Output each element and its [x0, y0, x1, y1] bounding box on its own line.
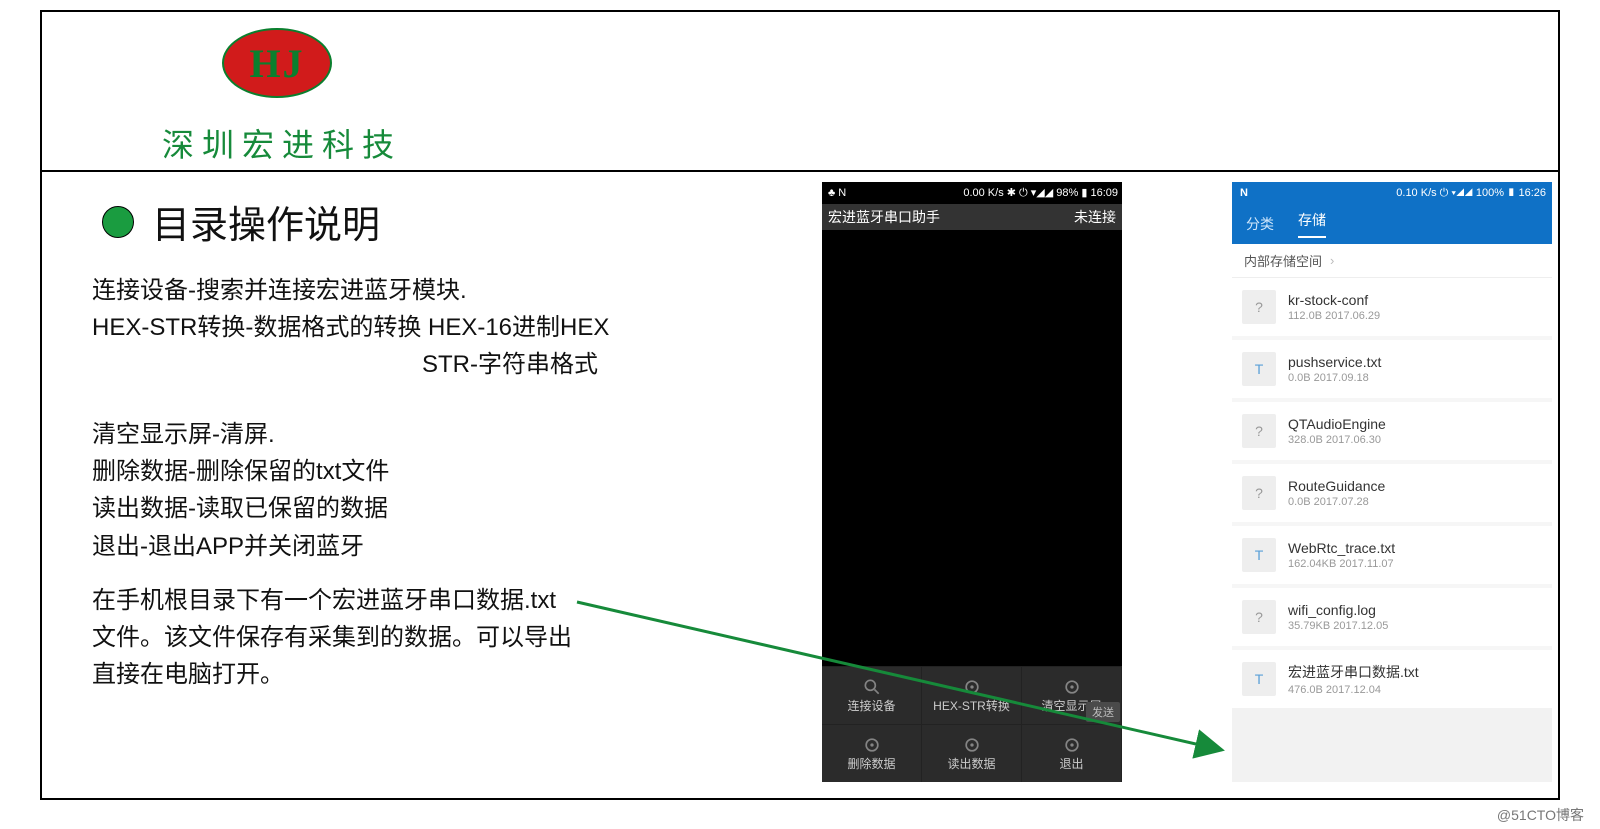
menu-label: 读出数据	[947, 755, 995, 772]
section-title-row: 目录操作说明	[102, 194, 380, 249]
chevron-right-icon: ›	[1330, 253, 1334, 268]
list-item[interactable]: ? wifi_config.log 35.79KB 2017.12.05	[1232, 588, 1552, 646]
target-icon	[1062, 677, 1082, 697]
menu-exit[interactable]: 退出	[1022, 724, 1122, 782]
file-type-icon: T	[1242, 352, 1276, 386]
file-name: kr-stock-conf	[1288, 292, 1380, 308]
text-line: STR-字符串格式	[422, 346, 752, 383]
header: HJ 深圳宏进科技	[42, 12, 1558, 172]
text-line: 文件。该文件保存有采集到的数据。可以导出	[92, 619, 622, 656]
file-name: RouteGuidance	[1288, 478, 1385, 494]
text-line: 清空显示屏-清屏.	[92, 416, 389, 453]
watermark: @51CTO博客	[1497, 805, 1584, 825]
status-bar: N 0.10 K/s ⏻ ▾◢◢ 100% ▮ 16:26	[1232, 182, 1552, 204]
file-name: wifi_config.log	[1288, 602, 1388, 618]
file-name: pushservice.txt	[1288, 354, 1381, 370]
list-item[interactable]: ? kr-stock-conf 112.0B 2017.06.29	[1232, 278, 1552, 336]
tab-category[interactable]: 分类	[1246, 214, 1274, 234]
list-item[interactable]: T 宏进蓝牙串口数据.txt 476.0B 2017.12.04	[1232, 650, 1552, 708]
search-icon	[862, 677, 882, 697]
slide-frame: HJ 深圳宏进科技 目录操作说明 连接设备-搜索并连接宏进蓝牙模块. HEX-S…	[40, 10, 1560, 800]
file-type-icon: T	[1242, 662, 1276, 696]
menu-connect-device[interactable]: 连接设备	[822, 666, 922, 724]
file-list: ? kr-stock-conf 112.0B 2017.06.29 T push…	[1232, 278, 1552, 708]
bullet-icon	[102, 206, 134, 238]
text-line: 退出-退出APP并关闭蓝牙	[92, 528, 389, 565]
tab-bar: 分类 存储	[1232, 204, 1552, 244]
text-line: 直接在电脑打开。	[92, 656, 622, 693]
file-meta: 0.0B 2017.09.18	[1288, 372, 1381, 384]
file-meta: 476.0B 2017.12.04	[1288, 684, 1419, 696]
file-name: 宏进蓝牙串口数据.txt	[1288, 662, 1419, 682]
list-item[interactable]: ? QTAudioEngine 328.0B 2017.06.30	[1232, 402, 1552, 460]
file-type-icon: ?	[1242, 290, 1276, 324]
phone-screenshot-app: ♣ N 0.00 K/s ✱ ⏻ ▾◢◢ 98% ▮ 16:09 宏进蓝牙串口助…	[822, 182, 1122, 782]
app-title: 宏进蓝牙串口助手	[828, 207, 940, 227]
menu-hex-str[interactable]: HEX-STR转换	[922, 666, 1022, 724]
file-name: WebRtc_trace.txt	[1288, 540, 1395, 556]
file-meta: 162.04KB 2017.11.07	[1288, 558, 1395, 570]
send-button[interactable]: 发送	[1086, 702, 1120, 722]
menu-label: 退出	[1059, 755, 1083, 772]
paragraph-1: 连接设备-搜索并连接宏进蓝牙模块. HEX-STR转换-数据格式的转换 HEX-…	[92, 272, 752, 384]
file-type-icon: ?	[1242, 476, 1276, 510]
paragraph-3: 在手机根目录下有一个宏进蓝牙串口数据.txt 文件。该文件保存有采集到的数据。可…	[92, 582, 622, 694]
status-right: 0.10 K/s ⏻ ▾◢◢ 100% ▮ 16:26	[1396, 187, 1546, 200]
menu-label: 删除数据	[847, 755, 895, 772]
file-meta: 0.0B 2017.07.28	[1288, 496, 1385, 508]
target-icon	[962, 677, 982, 697]
paragraph-2: 清空显示屏-清屏. 删除数据-删除保留的txt文件 读出数据-读取已保留的数据 …	[92, 416, 389, 565]
terminal-area	[822, 230, 1122, 666]
app-menu-grid: 连接设备 HEX-STR转换 清空显示屏 删除数据 读出数据	[822, 666, 1122, 782]
list-item[interactable]: T pushservice.txt 0.0B 2017.09.18	[1232, 340, 1552, 398]
menu-label: 连接设备	[847, 697, 895, 714]
file-name: QTAudioEngine	[1288, 416, 1386, 432]
text-line: HEX-STR转换-数据格式的转换 HEX-16进制HEX	[92, 309, 752, 346]
file-meta: 112.0B 2017.06.29	[1288, 310, 1380, 322]
text-line: 在手机根目录下有一个宏进蓝牙串口数据.txt	[92, 582, 622, 619]
file-type-icon: T	[1242, 538, 1276, 572]
app-connection-status: 未连接	[1074, 207, 1116, 227]
menu-delete-data[interactable]: 删除数据	[822, 724, 922, 782]
status-left: ♣ N	[828, 187, 846, 199]
logo-letters: HJ	[249, 40, 304, 87]
path-label: 内部存储空间	[1244, 251, 1322, 270]
text-line: 删除数据-删除保留的txt文件	[92, 453, 389, 490]
body: 目录操作说明 连接设备-搜索并连接宏进蓝牙模块. HEX-STR转换-数据格式的…	[42, 172, 1558, 800]
list-item[interactable]: ? RouteGuidance 0.0B 2017.07.28	[1232, 464, 1552, 522]
target-icon	[1062, 735, 1082, 755]
tab-storage[interactable]: 存储	[1298, 210, 1326, 238]
file-type-icon: ?	[1242, 414, 1276, 448]
text-line: 连接设备-搜索并连接宏进蓝牙模块.	[92, 272, 752, 309]
file-meta: 35.79KB 2017.12.05	[1288, 620, 1388, 632]
menu-label: HEX-STR转换	[933, 697, 1010, 714]
text-line: 读出数据-读取已保留的数据	[92, 490, 389, 527]
hj-logo-icon: HJ	[222, 28, 332, 98]
file-type-icon: ?	[1242, 600, 1276, 634]
target-icon	[862, 735, 882, 755]
logo: HJ	[222, 28, 332, 106]
breadcrumb[interactable]: 内部存储空间 ›	[1232, 244, 1552, 278]
status-right: 0.00 K/s ✱ ⏻ ▾◢◢ 98% ▮ 16:09	[963, 186, 1118, 200]
target-icon	[962, 735, 982, 755]
status-bar: ♣ N 0.00 K/s ✱ ⏻ ▾◢◢ 98% ▮ 16:09	[822, 182, 1122, 204]
menu-read-data[interactable]: 读出数据	[922, 724, 1022, 782]
section-title: 目录操作说明	[152, 194, 380, 249]
company-name: 深圳宏进科技	[162, 120, 402, 166]
list-item[interactable]: T WebRtc_trace.txt 162.04KB 2017.11.07	[1232, 526, 1552, 584]
phone-screenshot-files: N 0.10 K/s ⏻ ▾◢◢ 100% ▮ 16:26 分类 存储 内部存储…	[1232, 182, 1552, 782]
app-title-bar: 宏进蓝牙串口助手 未连接	[822, 204, 1122, 230]
status-left: N	[1240, 187, 1248, 199]
file-meta: 328.0B 2017.06.30	[1288, 434, 1386, 446]
